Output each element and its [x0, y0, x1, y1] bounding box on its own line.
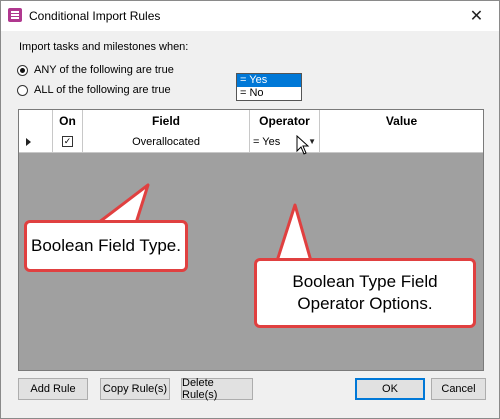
close-button[interactable]: ✕: [454, 1, 499, 31]
callout-left-text: Boolean Field Type.: [31, 236, 181, 255]
intro-label: Import tasks and milestones when:: [19, 41, 189, 53]
add-rule-button[interactable]: Add Rule: [18, 378, 88, 400]
radio-all-label: ALL of the following are true: [34, 84, 171, 96]
copy-rules-button[interactable]: Copy Rule(s): [100, 378, 170, 400]
operator-option-no[interactable]: = No: [237, 87, 301, 100]
radio-any-indicator[interactable]: [17, 64, 28, 76]
radio-all[interactable]: ALL of the following are true: [17, 84, 171, 96]
checkmark-icon: ✓: [63, 136, 72, 146]
callout-right-line1: Boolean Type Field: [292, 272, 438, 291]
app-icon: [8, 8, 22, 22]
callout-operator-options: Boolean Type Field Operator Options.: [254, 258, 476, 328]
rule-field-cell[interactable]: Overallocated: [83, 131, 250, 152]
dialog-window: Conditional Import Rules ✕ Import tasks …: [0, 0, 500, 419]
radio-all-indicator[interactable]: [17, 84, 28, 96]
rule-on-cell[interactable]: ✓: [53, 131, 83, 152]
callout-right-line2: Operator Options.: [297, 294, 433, 313]
rule-on-checkbox[interactable]: ✓: [62, 136, 73, 147]
mouse-cursor-icon: [296, 135, 310, 155]
window-title: Conditional Import Rules: [29, 9, 161, 23]
column-header-field[interactable]: Field: [83, 110, 250, 131]
cancel-button[interactable]: Cancel: [431, 378, 486, 400]
rule-operator-value: = Yes: [253, 135, 281, 148]
row-selector[interactable]: [19, 131, 53, 152]
callout-boolean-field-type: Boolean Field Type.: [24, 220, 188, 272]
radio-any[interactable]: ANY of the following are true: [17, 64, 174, 76]
rule-value-cell[interactable]: [320, 131, 483, 152]
grid-header: On Field Operator Value: [19, 110, 483, 132]
callout-pointer-right: [275, 203, 313, 262]
column-header-value[interactable]: Value: [320, 110, 483, 131]
close-icon: ✕: [469, 8, 484, 25]
dialog-body: Import tasks and milestones when: ANY of…: [1, 31, 499, 418]
callout-pointer-left: [97, 183, 150, 225]
operator-option-yes[interactable]: = Yes: [237, 74, 301, 87]
radio-any-label: ANY of the following are true: [34, 64, 174, 76]
table-row[interactable]: ✓ Overallocated = Yes ▼: [19, 131, 483, 153]
column-header-operator[interactable]: Operator: [250, 110, 320, 131]
delete-rules-button[interactable]: Delete Rule(s): [181, 377, 253, 401]
row-pointer-icon: [26, 137, 31, 146]
title-bar: Conditional Import Rules ✕: [1, 1, 499, 31]
ok-button[interactable]: OK: [355, 378, 425, 400]
header-row-selector: [19, 110, 53, 131]
column-header-on[interactable]: On: [53, 110, 83, 131]
operator-dropdown-list: = Yes = No: [236, 73, 302, 101]
